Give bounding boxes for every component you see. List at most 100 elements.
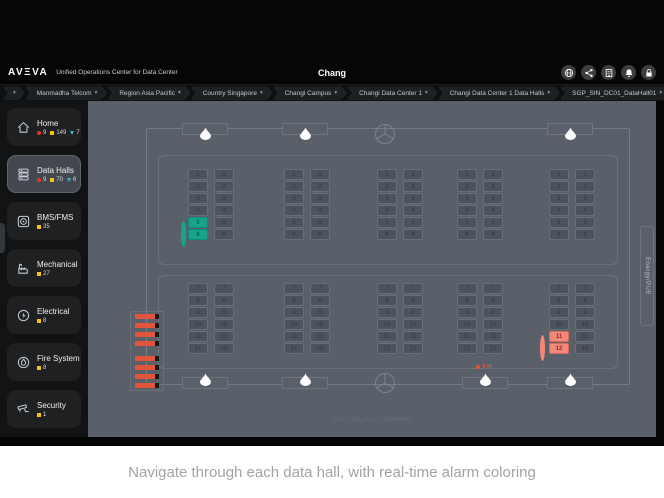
sidebar-item-mechanical[interactable]: Mechanical27 <box>7 249 81 287</box>
rack-cell[interactable]: 2 <box>188 181 208 192</box>
rack-cell[interactable]: 3 <box>403 193 423 204</box>
alarm-equipment-bar[interactable] <box>135 323 155 328</box>
rack-cell[interactable]: 10 <box>214 319 234 330</box>
rack-cell[interactable]: 6 <box>284 229 304 240</box>
rack-cell[interactable]: 4 <box>284 205 304 216</box>
rack-cell[interactable]: 4 <box>575 205 595 216</box>
rack-cell[interactable]: 2 <box>214 181 234 192</box>
rack-cell[interactable]: 1 <box>483 169 503 180</box>
rack-cell[interactable]: 10 <box>284 319 304 330</box>
rack-cell[interactable]: 2 <box>377 181 397 192</box>
rack-cell[interactable]: 10 <box>403 319 423 330</box>
rack-cell[interactable]: 6 <box>310 229 330 240</box>
breadcrumb-root-item[interactable]: ▾ <box>4 87 24 99</box>
breadcrumb-item[interactable]: Changi Campus▾ <box>274 87 346 99</box>
rack-cell[interactable]: 3 <box>214 193 234 204</box>
rack-cell[interactable]: 3 <box>575 193 595 204</box>
rack-cell[interactable]: 6 <box>483 229 503 240</box>
sidebar-item-data-halls[interactable]: Data Halls9706 <box>7 155 81 193</box>
rack-cell[interactable]: 5 <box>214 217 234 228</box>
rack-cell[interactable]: 11 <box>377 331 397 342</box>
rack-cell[interactable]: 12 <box>575 343 595 354</box>
rack-cell[interactable]: 8 <box>310 295 330 306</box>
alarm-equipment-bar[interactable] <box>135 374 155 379</box>
rack-cell[interactable]: 6 <box>188 229 208 240</box>
rack-cell[interactable]: 3 <box>457 193 477 204</box>
sidebar-item-electrical[interactable]: Electrical8 <box>7 296 81 334</box>
share-icon[interactable] <box>581 65 596 80</box>
rack-cell[interactable]: 7 <box>549 283 569 294</box>
alarm-marker[interactable]: 4 m <box>476 364 492 370</box>
rack-cell[interactable]: 2 <box>575 181 595 192</box>
bell-icon[interactable] <box>621 65 636 80</box>
rack-cell[interactable]: 9 <box>214 307 234 318</box>
rack-cell[interactable]: 12 <box>483 343 503 354</box>
rack-cell[interactable]: 6 <box>549 229 569 240</box>
rack-cell[interactable]: 4 <box>403 205 423 216</box>
rack-cell[interactable]: 9 <box>457 307 477 318</box>
rack-cell[interactable]: 9 <box>549 307 569 318</box>
rack-cell[interactable]: 11 <box>483 331 503 342</box>
rack-cell[interactable]: 2 <box>457 181 477 192</box>
rack-cell[interactable]: 7 <box>457 283 477 294</box>
rack-cell[interactable]: 5 <box>483 217 503 228</box>
rack-cell[interactable]: 11 <box>575 331 595 342</box>
rack-cell[interactable]: 8 <box>457 295 477 306</box>
rack-cell[interactable]: 1 <box>403 169 423 180</box>
globe-icon[interactable] <box>561 65 576 80</box>
rack-cell[interactable]: 7 <box>575 283 595 294</box>
rack-cell[interactable]: 9 <box>377 307 397 318</box>
rack-cell[interactable]: 3 <box>310 193 330 204</box>
rack-cell[interactable]: 9 <box>483 307 503 318</box>
alarm-equipment-bar[interactable] <box>135 383 155 388</box>
rack-cell[interactable]: 7 <box>310 283 330 294</box>
rack-cell[interactable]: 4 <box>377 205 397 216</box>
rack-cell[interactable]: 7 <box>188 283 208 294</box>
rack-cell[interactable]: 4 <box>549 205 569 216</box>
rack-cell[interactable]: 1 <box>188 169 208 180</box>
rack-cell[interactable]: 12 <box>377 343 397 354</box>
rack-cell[interactable]: 11 <box>284 331 304 342</box>
rack-cell[interactable]: 3 <box>549 193 569 204</box>
rack-cell[interactable]: 5 <box>188 217 208 228</box>
rack-cell[interactable]: 10 <box>575 319 595 330</box>
rack-cell[interactable]: 9 <box>403 307 423 318</box>
rack-cell[interactable]: 11 <box>549 331 569 342</box>
rack-cell[interactable]: 3 <box>377 193 397 204</box>
rack-cell[interactable]: 3 <box>483 193 503 204</box>
rack-cell[interactable]: 12 <box>457 343 477 354</box>
rack-cell[interactable]: 9 <box>310 307 330 318</box>
rack-cell[interactable]: 5 <box>403 217 423 228</box>
rack-cell[interactable]: 4 <box>214 205 234 216</box>
rack-cell[interactable]: 2 <box>403 181 423 192</box>
rack-cell[interactable]: 8 <box>284 295 304 306</box>
rack-cell[interactable]: 4 <box>188 205 208 216</box>
rack-cell[interactable]: 4 <box>457 205 477 216</box>
rack-cell[interactable]: 11 <box>214 331 234 342</box>
rack-cell[interactable]: 1 <box>214 169 234 180</box>
rack-cell[interactable]: 9 <box>188 307 208 318</box>
sidebar-item-security[interactable]: Security1 <box>7 390 81 428</box>
rack-cell[interactable]: 1 <box>284 169 304 180</box>
breadcrumb-item[interactable]: Changi Data Center 1▾ <box>348 87 437 99</box>
rack-cell[interactable]: 5 <box>457 217 477 228</box>
rack-cell[interactable]: 11 <box>188 331 208 342</box>
rack-cell[interactable]: 7 <box>403 283 423 294</box>
rack-cell[interactable]: 8 <box>188 295 208 306</box>
rack-cell[interactable]: 6 <box>377 229 397 240</box>
rack-cell[interactable]: 10 <box>188 319 208 330</box>
rack-cell[interactable]: 10 <box>457 319 477 330</box>
alarm-equipment-bar[interactable] <box>135 341 155 346</box>
rack-cell[interactable]: 7 <box>377 283 397 294</box>
rack-cell[interactable]: 2 <box>284 181 304 192</box>
sidebar-item-fire-system[interactable]: Fire System8 <box>7 343 81 381</box>
alarm-equipment-bar[interactable] <box>135 365 155 370</box>
breadcrumb-item[interactable]: SGP_SIN_DC01_DataHall01▾ <box>561 87 664 99</box>
breadcrumb-item[interactable]: Country Singapore▾ <box>192 87 272 99</box>
breadcrumb-item[interactable]: Changi Data Center 1 Data Halls▾ <box>439 87 559 99</box>
rack-cell[interactable]: 2 <box>549 181 569 192</box>
rack-cell[interactable]: 1 <box>377 169 397 180</box>
rack-cell[interactable]: 3 <box>188 193 208 204</box>
rack-cell[interactable]: 4 <box>483 205 503 216</box>
rack-cell[interactable]: 10 <box>549 319 569 330</box>
